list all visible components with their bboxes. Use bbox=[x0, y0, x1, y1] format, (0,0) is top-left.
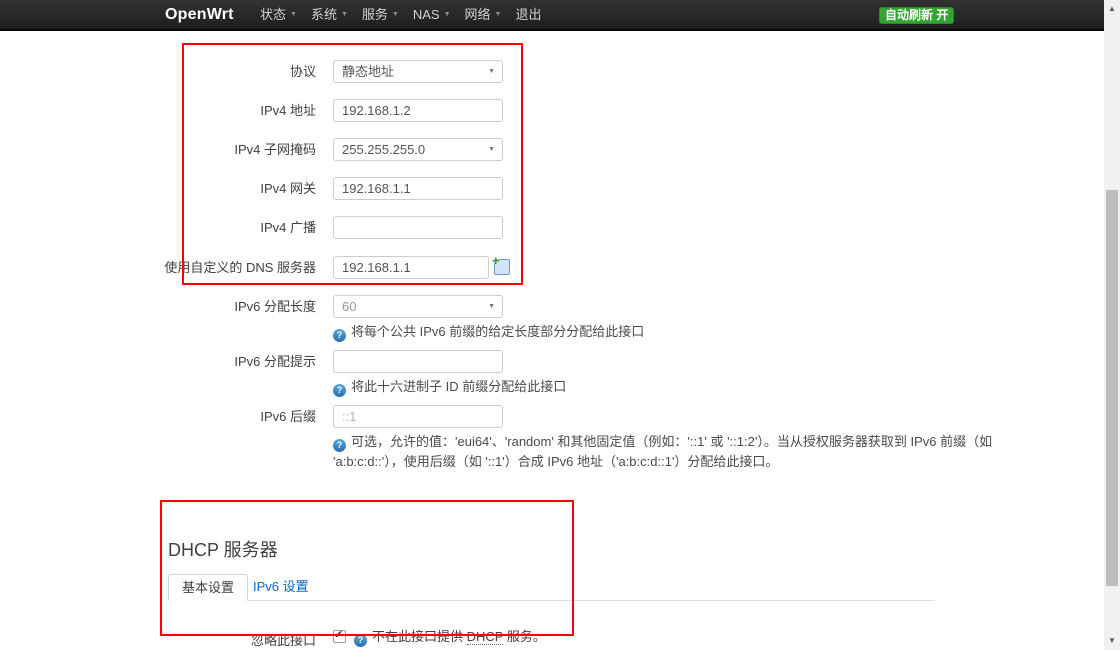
nav-item-label: 网络 bbox=[465, 0, 491, 29]
ip6assign-label: IPv6 分配长度 bbox=[60, 295, 316, 318]
tab-basic-settings[interactable]: 基本设置 bbox=[168, 574, 248, 601]
ip6assign-select[interactable]: 60 ▼ bbox=[333, 295, 503, 318]
nav-item-label: NAS bbox=[413, 0, 440, 29]
ignore-interface-help: ? 不在此接口提供 DHCP 服务。 bbox=[354, 629, 546, 647]
dropdown-arrow-icon: ▼ bbox=[488, 139, 495, 160]
nav-item-network[interactable]: 网络▼ bbox=[458, 0, 509, 29]
interface-settings-form: 协议 静态地址 ▼ IPv4 地址 192.168.1.2 IPv4 子网掩码 255.25… bbox=[0, 31, 1104, 650]
ipv4-gateway-value: 192.168.1.1 bbox=[342, 181, 411, 196]
openwrt-logo: OpenWrt bbox=[165, 0, 234, 29]
ipv4-address-label: IPv4 地址 bbox=[60, 99, 316, 122]
ip6hint-help: ? 将此十六进制子 ID 前缀分配给此接口 bbox=[333, 377, 566, 397]
ipv4-netmask-label: IPv4 子网掩码 bbox=[60, 138, 316, 161]
help-text: 可选，允许的值：'eui64'、'random' 和其他固定值（例如：'::1'… bbox=[333, 434, 992, 469]
ignore-interface-row: 忽略此接口 ✔ ?不在此接口提供 DHCP 服务。 bbox=[0, 629, 1104, 645]
nav-item-nas[interactable]: NAS▼ bbox=[406, 0, 458, 29]
help-text: 将此十六进制子 ID 前缀分配给此接口 bbox=[351, 379, 566, 394]
top-navbar: OpenWrt 状态▼系统▼服务▼NAS▼网络▼退出 自动刷新 开 bbox=[0, 0, 1104, 31]
chevron-down-icon: ▼ bbox=[495, 0, 502, 29]
nav-item-label: 退出 bbox=[515, 0, 541, 29]
scrollbar-thumb[interactable] bbox=[1106, 190, 1118, 586]
nav-item-label: 服务 bbox=[362, 0, 388, 29]
add-entry-icon[interactable] bbox=[494, 259, 510, 275]
annotation-rectangle-dhcp bbox=[160, 500, 574, 636]
nav-item-label: 系统 bbox=[311, 0, 337, 29]
custom-dns-value: 192.168.1.1 bbox=[342, 260, 411, 275]
dhcp-abbr-link[interactable]: DHCP bbox=[467, 629, 504, 645]
protocol-selected-value: 静态地址 bbox=[342, 64, 394, 79]
autorefresh-toggle[interactable]: 自动刷新 开 bbox=[879, 7, 954, 24]
ipv4-gateway-label: IPv4 网关 bbox=[60, 177, 316, 200]
nav-item-services[interactable]: 服务▼ bbox=[355, 0, 406, 29]
custom-dns-input[interactable]: 192.168.1.1 bbox=[333, 256, 489, 279]
nav-item-status[interactable]: 状态▼ bbox=[253, 0, 304, 29]
help-icon: ? bbox=[333, 329, 346, 342]
ipv4-address-value: 192.168.1.2 bbox=[342, 103, 411, 118]
help-text: 服务。 bbox=[503, 629, 546, 644]
protocol-select[interactable]: 静态地址 ▼ bbox=[333, 60, 503, 83]
ipv4-netmask-selected-value: 255.255.255.0 bbox=[342, 142, 425, 157]
help-text: 将每个公共 IPv6 前缀的给定长度部分分配给此接口 bbox=[351, 324, 644, 339]
openwrt-admin-page: OpenWrt 状态▼系统▼服务▼NAS▼网络▼退出 自动刷新 开 协议静态地址… bbox=[0, 0, 1120, 650]
dhcp-server-heading: DHCP 服务器 bbox=[168, 536, 278, 562]
scroll-up-arrow-icon[interactable]: ▲ bbox=[1104, 2, 1120, 16]
scroll-down-arrow-icon[interactable]: ▼ bbox=[1104, 634, 1120, 648]
ignore-interface-label: 忽略此接口 bbox=[60, 629, 316, 650]
help-text: 不在此接口提供 bbox=[372, 629, 467, 644]
help-icon: ? bbox=[333, 384, 346, 397]
ip6ifaceid-placeholder: ::1 bbox=[342, 409, 356, 424]
vertical-scrollbar[interactable]: ▲ ▼ bbox=[1104, 0, 1120, 650]
ignore-interface-checkbox[interactable]: ✔ bbox=[333, 630, 346, 643]
ipv4-broadcast-label: IPv4 广播 bbox=[60, 216, 316, 239]
chevron-down-icon: ▼ bbox=[392, 0, 399, 29]
checkmark-icon: ✔ bbox=[334, 628, 343, 641]
ip6hint-input[interactable] bbox=[333, 350, 503, 373]
chevron-down-icon: ▼ bbox=[290, 0, 297, 29]
tab-ipv6-settings[interactable]: IPv6 设置 bbox=[240, 574, 322, 601]
ipv4-netmask-select[interactable]: 255.255.255.0 ▼ bbox=[333, 138, 503, 161]
custom-dns-label: 使用自定义的 DNS 服务器 bbox=[60, 256, 316, 279]
ip6ifaceid-input[interactable]: ::1 bbox=[333, 405, 503, 428]
nav-item-label: 状态 bbox=[260, 0, 286, 29]
ip6ifaceid-help: ?可选，允许的值：'eui64'、'random' 和其他固定值（例如：'::1… bbox=[333, 432, 1048, 471]
protocol-label: 协议 bbox=[60, 60, 316, 83]
help-icon: ? bbox=[333, 439, 346, 452]
ipv4-address-input[interactable]: 192.168.1.2 bbox=[333, 99, 503, 122]
ip6assign-selected-value: 60 bbox=[342, 299, 356, 314]
chevron-down-icon: ▼ bbox=[444, 0, 451, 29]
ip6ifaceid-label: IPv6 后缀 bbox=[60, 405, 316, 428]
ipv4-gateway-input[interactable]: 192.168.1.1 bbox=[333, 177, 503, 200]
help-icon: ? bbox=[354, 634, 367, 647]
dropdown-arrow-icon: ▼ bbox=[488, 296, 495, 317]
ipv4-broadcast-input[interactable] bbox=[333, 216, 503, 239]
dropdown-arrow-icon: ▼ bbox=[488, 61, 495, 82]
ip6hint-label: IPv6 分配提示 bbox=[60, 350, 316, 373]
nav-item-system[interactable]: 系统▼ bbox=[304, 0, 355, 29]
chevron-down-icon: ▼ bbox=[341, 0, 348, 29]
ip6assign-help: ? 将每个公共 IPv6 前缀的给定长度部分分配给此接口 bbox=[333, 322, 644, 342]
nav-item-logout[interactable]: 退出 bbox=[508, 0, 548, 29]
main-menu: 状态▼系统▼服务▼NAS▼网络▼退出 bbox=[253, 0, 549, 29]
